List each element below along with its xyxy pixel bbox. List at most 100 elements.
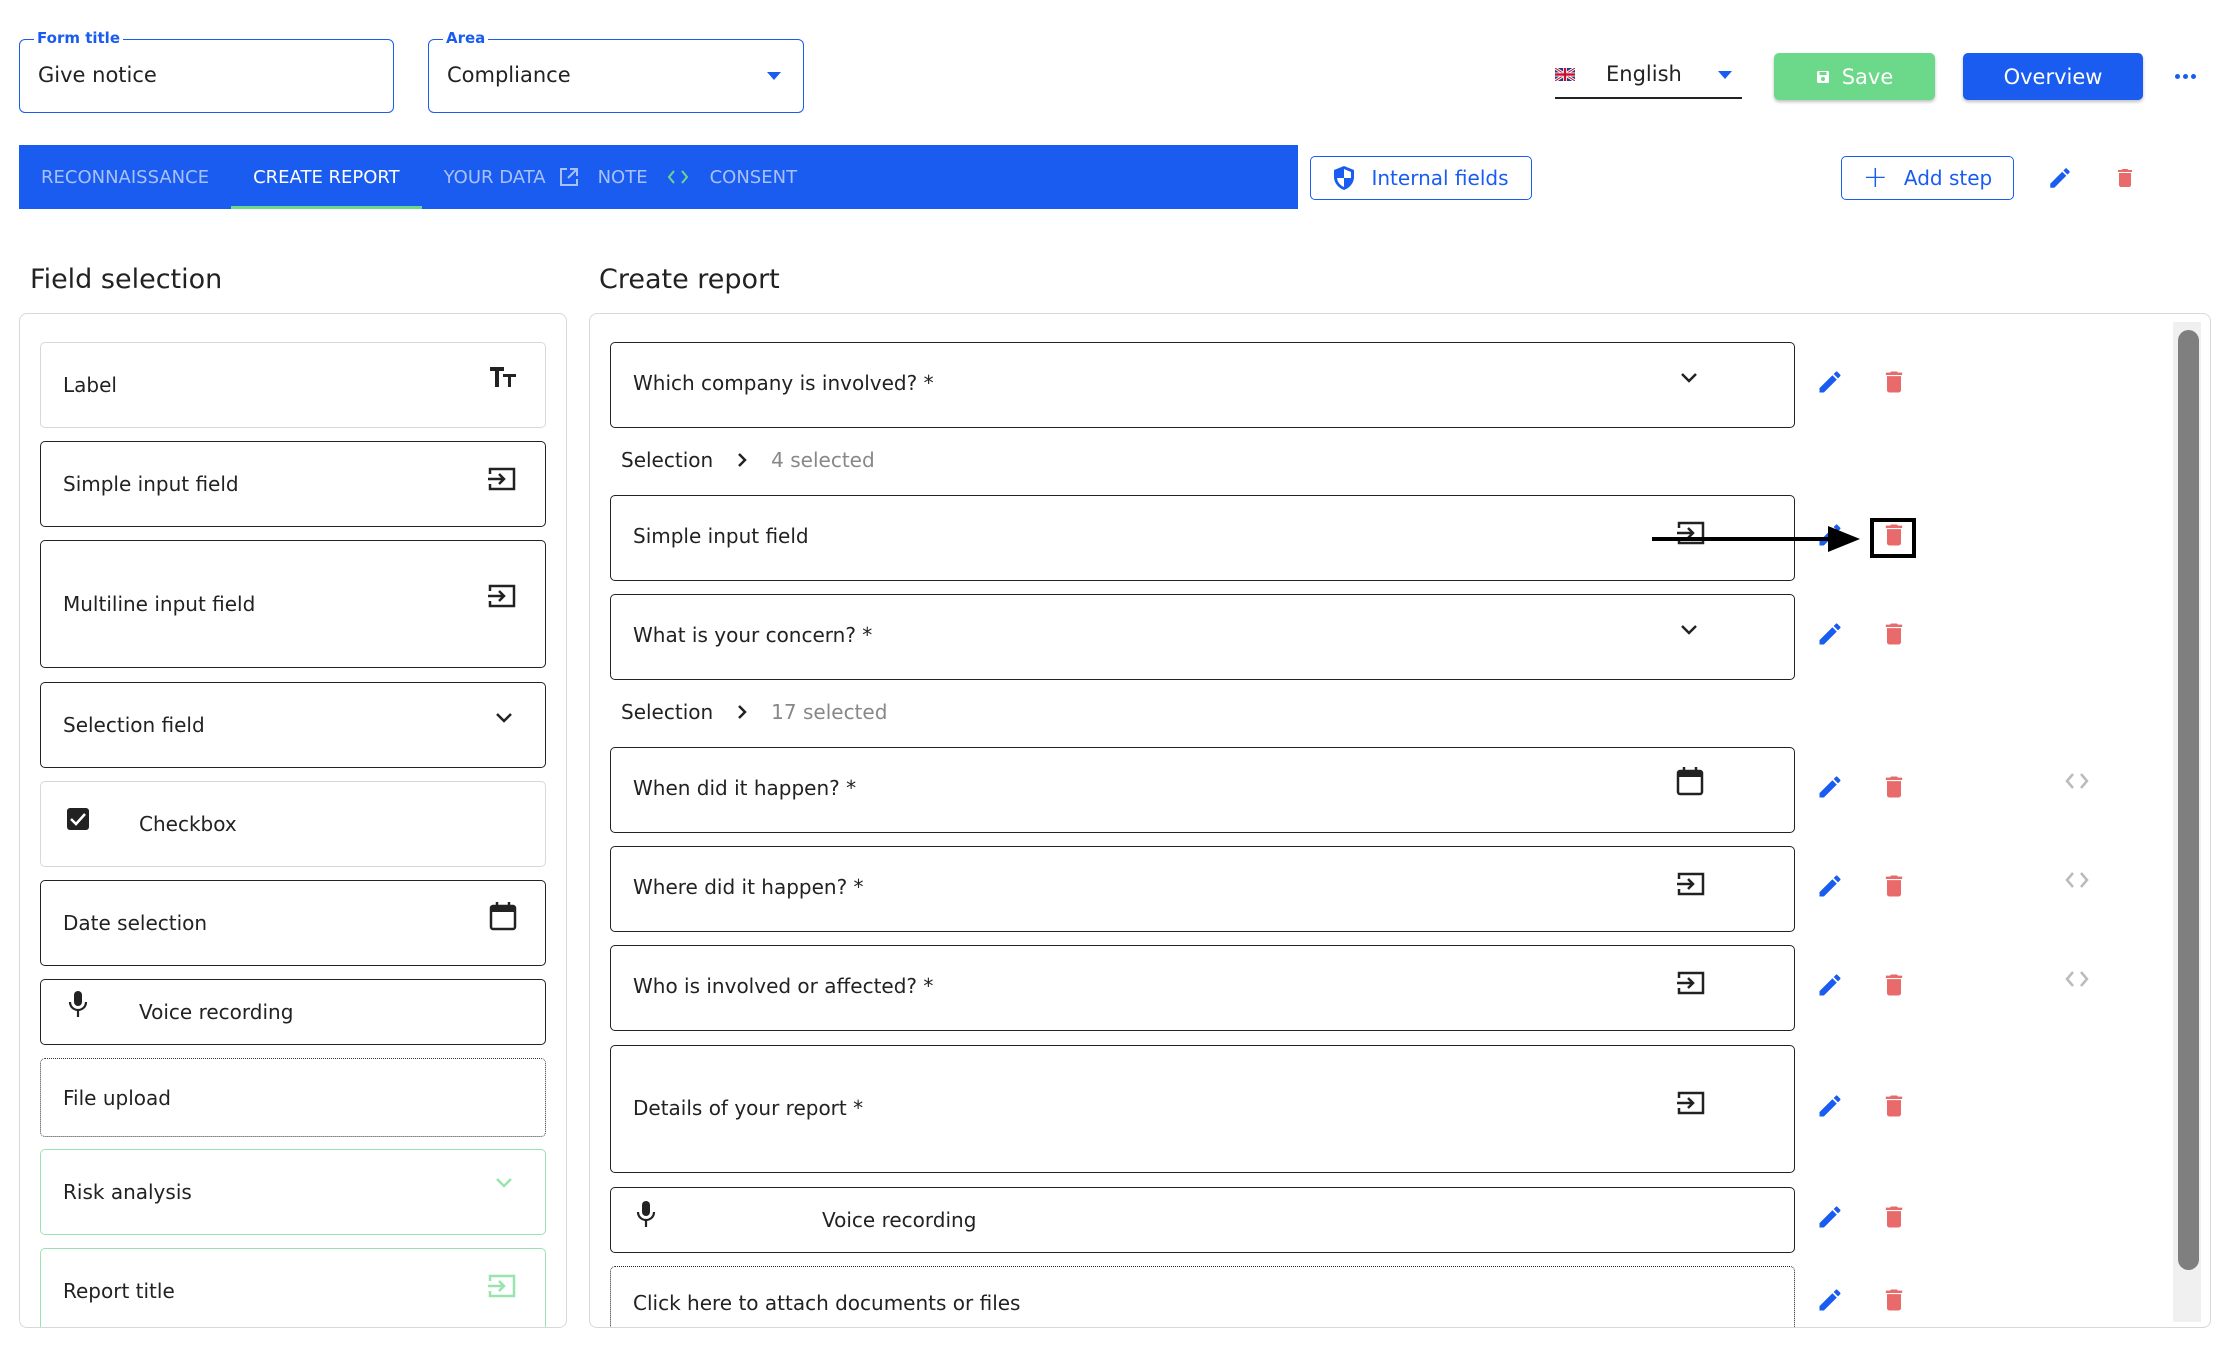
- language-select[interactable]: English: [1555, 55, 1742, 99]
- delete-field-button[interactable]: [1880, 1286, 1908, 1318]
- pencil-icon: [2050, 168, 2070, 188]
- form-title-value[interactable]: Give notice: [38, 63, 157, 87]
- field-type-multiline-input[interactable]: Multiline input field: [40, 540, 546, 668]
- code-icon[interactable]: [662, 145, 694, 209]
- selection-summary[interactable]: Selection 4 selected: [621, 448, 875, 472]
- uk-flag-icon: [1555, 68, 1575, 81]
- area-select[interactable]: Area Compliance: [428, 29, 804, 113]
- code-icon[interactable]: [2060, 962, 2094, 996]
- tab-label: CREATE REPORT: [253, 166, 400, 188]
- overview-button[interactable]: Overview: [1963, 53, 2143, 100]
- pencil-icon: [1819, 1095, 1841, 1117]
- edit-field-button[interactable]: [1816, 1286, 1844, 1318]
- item-label: Report title: [63, 1279, 175, 1303]
- field-actions: [1816, 773, 1908, 805]
- delete-field-button[interactable]: [1880, 1092, 1908, 1124]
- field-label: When did it happen? *: [633, 776, 857, 800]
- edit-field-button[interactable]: [1816, 368, 1844, 400]
- selection-count: 17 selected: [771, 700, 888, 724]
- field-selection-panel: Label Simple input field Multiline input…: [19, 313, 567, 1328]
- more-horizontal-icon[interactable]: [2170, 62, 2200, 90]
- report-field[interactable]: Voice recording: [610, 1187, 1795, 1253]
- save-icon: [1816, 70, 1829, 83]
- delete-field-button[interactable]: [1880, 773, 1908, 805]
- field-type-label[interactable]: Label: [40, 342, 546, 428]
- report-field[interactable]: Click here to attach documents or files: [610, 1266, 1795, 1327]
- edit-field-button[interactable]: [1816, 620, 1844, 652]
- delete-field-button[interactable]: [1880, 971, 1908, 1003]
- field-label: What is your concern? *: [633, 623, 873, 647]
- edit-field-button[interactable]: [1816, 1092, 1844, 1124]
- input-icon: [1676, 970, 1706, 996]
- selection-label: Selection: [621, 700, 714, 724]
- tab-label: CONSENT: [709, 166, 798, 188]
- selection-count: 4 selected: [771, 448, 875, 472]
- tab-your-data[interactable]: YOUR DATA: [422, 145, 554, 209]
- field-label: Who is involved or affected? *: [633, 974, 934, 998]
- edit-field-button[interactable]: [1816, 1203, 1844, 1235]
- pencil-icon: [1819, 974, 1841, 996]
- report-field[interactable]: Details of your report *: [610, 1045, 1795, 1173]
- external-link-icon[interactable]: [554, 145, 584, 209]
- create-report-title: Create report: [599, 264, 780, 295]
- edit-field-button[interactable]: [1816, 773, 1844, 805]
- trash-icon: [1885, 1206, 1903, 1228]
- shield-icon: [1334, 166, 1355, 190]
- item-label: Risk analysis: [63, 1180, 192, 1204]
- tab-consent[interactable]: CONSENT: [694, 145, 819, 209]
- field-label: Details of your report *: [633, 1096, 864, 1120]
- tab-reconnaissance[interactable]: RECONNAISSANCE: [19, 145, 231, 209]
- field-type-checkbox[interactable]: Checkbox: [40, 781, 546, 867]
- field-actions: [1816, 872, 1908, 904]
- field-type-date[interactable]: Date selection: [40, 880, 546, 966]
- internal-fields-button[interactable]: Internal fields: [1310, 156, 1532, 200]
- scrollbar-track[interactable]: [2173, 322, 2201, 1322]
- calendar-icon: [489, 901, 517, 931]
- form-title-field[interactable]: Form title Give notice: [19, 29, 394, 113]
- field-type-voice[interactable]: Voice recording: [40, 979, 546, 1045]
- report-field[interactable]: When did it happen? *: [610, 747, 1795, 833]
- selection-summary[interactable]: Selection 17 selected: [621, 700, 887, 724]
- input-icon: [1676, 1090, 1706, 1116]
- report-field[interactable]: What is your concern? *: [610, 594, 1795, 680]
- tab-note[interactable]: NOTE: [584, 145, 662, 209]
- microphone-icon: [67, 990, 89, 1018]
- report-field[interactable]: Where did it happen? *: [610, 846, 1795, 932]
- report-field[interactable]: Which company is involved? *: [610, 342, 1795, 428]
- tab-create-report[interactable]: CREATE REPORT: [231, 145, 422, 209]
- report-field[interactable]: Simple input field: [610, 495, 1795, 581]
- delete-field-button[interactable]: [1880, 368, 1908, 400]
- field-label: Click here to attach documents or files: [633, 1291, 1021, 1315]
- code-icon[interactable]: [2060, 863, 2094, 897]
- tab-label: NOTE: [597, 166, 648, 188]
- field-type-file-upload[interactable]: File upload: [40, 1058, 546, 1137]
- field-type-selection[interactable]: Selection field: [40, 682, 546, 768]
- add-step-button[interactable]: + Add step: [1841, 156, 2014, 200]
- code-icon[interactable]: [2060, 764, 2094, 798]
- delete-field-button[interactable]: [1880, 620, 1908, 652]
- edit-field-button[interactable]: [1816, 872, 1844, 904]
- area-label: Area: [443, 29, 489, 47]
- scrollbar-thumb[interactable]: [2178, 330, 2199, 1270]
- report-field[interactable]: Who is involved or affected? *: [610, 945, 1795, 1031]
- delete-step-button[interactable]: [2108, 161, 2142, 195]
- edit-step-button[interactable]: [2043, 161, 2077, 195]
- field-type-report-title[interactable]: Report title: [40, 1248, 546, 1327]
- field-type-simple-input[interactable]: Simple input field: [40, 441, 546, 527]
- pencil-icon: [1819, 1206, 1841, 1228]
- input-icon: [487, 1273, 517, 1299]
- chevron-right-icon: [738, 453, 747, 467]
- text-size-icon: [489, 365, 517, 389]
- delete-field-button[interactable]: [1880, 1203, 1908, 1235]
- field-type-risk-analysis[interactable]: Risk analysis: [40, 1149, 546, 1235]
- tab-label: RECONNAISSANCE: [41, 166, 210, 188]
- pencil-icon: [1819, 371, 1841, 393]
- item-label: Simple input field: [63, 472, 239, 496]
- field-actions: [1816, 1203, 1908, 1235]
- delete-field-button[interactable]: [1880, 872, 1908, 904]
- chevron-down-icon: [1676, 367, 1702, 387]
- save-button[interactable]: Save: [1774, 53, 1935, 100]
- item-label: Label: [63, 373, 117, 397]
- edit-field-button[interactable]: [1816, 971, 1844, 1003]
- chevron-down-icon: [1676, 619, 1702, 639]
